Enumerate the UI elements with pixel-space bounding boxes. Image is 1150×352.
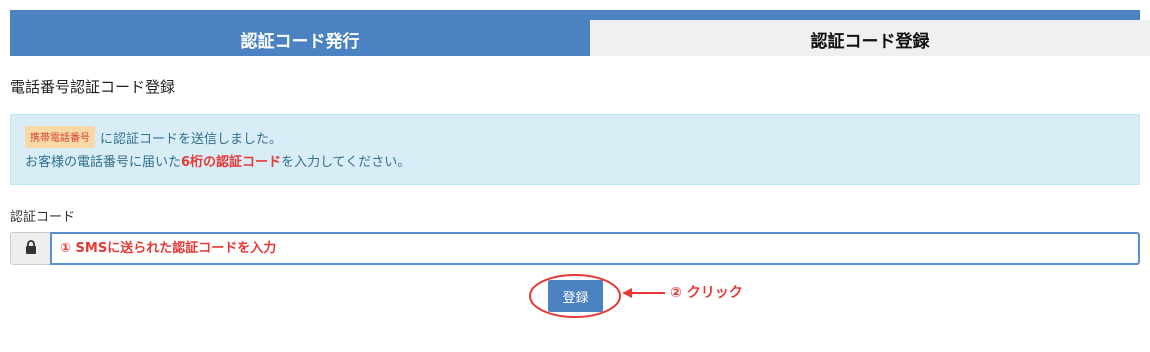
page: 認証コード発行 認証コード登録 電話番号認証コード登録 携帯電話番号 に認証コー… xyxy=(0,0,1150,352)
register-button[interactable]: 登録 xyxy=(548,280,603,312)
code-field-label: 認証コード xyxy=(10,210,76,225)
info-instruction-before: お客様の電話番号に届いた xyxy=(25,155,182,170)
click-instruction: ② クリック xyxy=(670,285,743,301)
tab-bar: 認証コード発行 認証コード登録 xyxy=(10,10,1150,56)
phone-number-badge: 携帯電話番号 xyxy=(25,126,95,148)
code-input-group xyxy=(10,232,1140,265)
code-input[interactable] xyxy=(50,232,1140,265)
info-instruction-after: を入力してください。 xyxy=(281,155,411,170)
info-line-1: 携帯電話番号 に認証コードを送信しました。 xyxy=(25,126,282,148)
input-addon xyxy=(10,232,50,265)
lock-icon xyxy=(25,239,37,258)
tab-code-issue[interactable]: 認証コード発行 xyxy=(10,10,590,56)
info-instruction-highlight: 6桁の認証コード xyxy=(181,155,282,170)
section-title: 電話番号認証コード登録 xyxy=(10,78,176,96)
tab-code-register[interactable]: 認証コード登録 xyxy=(590,20,1150,56)
info-alert: 携帯電話番号 に認証コードを送信しました。 お客様の電話番号に届いた6桁の認証コ… xyxy=(10,114,1140,185)
info-sent-text: に認証コードを送信しました。 xyxy=(100,131,283,147)
pointer-arrow-head xyxy=(622,288,632,298)
info-line-2: お客様の電話番号に届いた6桁の認証コードを入力してください。 xyxy=(25,151,410,170)
